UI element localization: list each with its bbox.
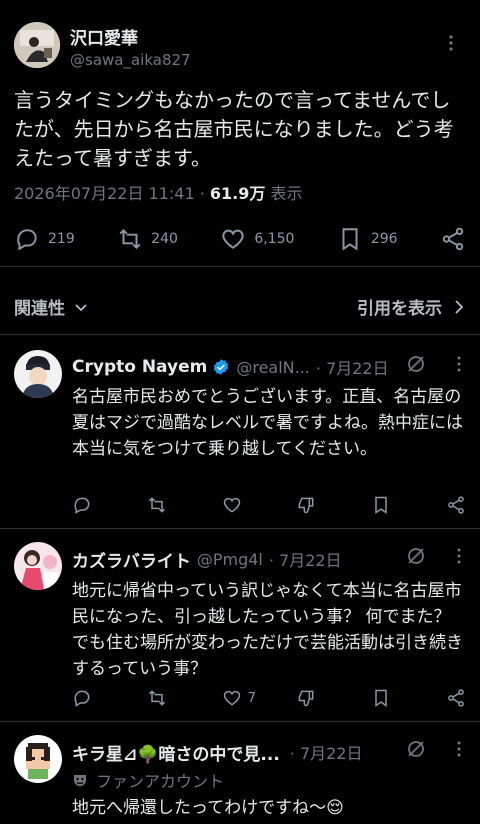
reply-display-name[interactable]: カズラバライト — [72, 547, 191, 572]
retweet-button[interactable] — [147, 495, 187, 515]
reply-controls — [406, 546, 466, 566]
more-options-icon[interactable] — [442, 34, 460, 52]
heart-icon — [220, 226, 246, 252]
share-icon — [446, 688, 466, 708]
like-count: 7 — [247, 690, 256, 706]
view-quotes-link[interactable]: 引用を表示 — [357, 294, 466, 319]
main-action-bar: 219 240 6,150 296 — [14, 222, 466, 256]
views-label: 表示 — [265, 184, 303, 203]
fan-account-label: ファンアカウント — [72, 768, 224, 792]
grok-icon[interactable] — [406, 546, 426, 566]
reply-header: Crypto Nayem @realN... · 7月22日 — [72, 354, 466, 380]
reply-header: キラ星⊿🌳暗さの中で見... · 7月22日 — [72, 739, 466, 765]
reply-button[interactable] — [72, 688, 112, 708]
reply-icon — [14, 226, 40, 252]
reply-display-name[interactable]: Crypto Nayem — [72, 357, 207, 377]
retweet-count: 240 — [151, 231, 178, 247]
divider — [0, 528, 480, 529]
reply-date[interactable]: · 7月22日 — [290, 740, 363, 764]
share-button[interactable] — [440, 226, 466, 252]
sort-dropdown[interactable]: 関連性 — [14, 294, 89, 319]
reply-controls — [406, 354, 466, 374]
reply-icon — [72, 495, 92, 515]
bookmark-button[interactable] — [371, 688, 411, 708]
reply-button[interactable]: 219 — [14, 226, 75, 252]
like-count: 6,150 — [254, 231, 295, 247]
reply-button[interactable] — [72, 495, 112, 515]
reply-text: 名古屋市民おめでとうございます。正直、名古屋の夏はマジで過酷なレベルで暑ですよね… — [72, 387, 463, 459]
reply-date[interactable]: · 7月22日 — [316, 355, 389, 379]
bookmark-icon — [371, 495, 391, 515]
sort-label: 関連性 — [14, 299, 65, 319]
grok-icon[interactable] — [406, 739, 426, 759]
share-button[interactable] — [446, 688, 466, 708]
thumbs-down-icon — [296, 495, 316, 515]
retweet-button[interactable] — [147, 688, 187, 708]
mask-icon — [72, 772, 88, 788]
reply-avatar[interactable] — [14, 735, 62, 783]
retweet-icon — [147, 495, 167, 515]
bookmark-icon — [371, 688, 391, 708]
bookmark-button[interactable]: 296 — [337, 226, 398, 252]
more-options-icon[interactable] — [452, 740, 466, 758]
main-avatar[interactable] — [14, 22, 60, 68]
reply-action-bar: 7 — [72, 686, 466, 710]
fan-account-text: ファンアカウント — [96, 772, 225, 791]
heart-icon — [222, 688, 242, 708]
like-button[interactable]: 6,150 — [220, 226, 294, 252]
more-options-icon[interactable] — [452, 355, 466, 373]
reply-handle[interactable]: @realN... — [236, 358, 310, 377]
like-button[interactable] — [222, 495, 262, 515]
chevron-right-icon — [452, 299, 466, 315]
reply-controls — [406, 739, 466, 759]
view-quotes-label: 引用を表示 — [357, 299, 442, 319]
retweet-button[interactable]: 240 — [117, 226, 178, 252]
retweet-icon — [117, 226, 143, 252]
retweet-icon — [147, 688, 167, 708]
reply-text: 地元に帰省中っていう訳じゃなくて本当に名古屋市民になった、引っ越したっていう事？… — [72, 581, 463, 679]
more-options-icon[interactable] — [452, 547, 466, 565]
share-icon — [446, 495, 466, 515]
main-tweet-text: 言うタイミングもなかったので言ってませんでしたが、先日から名古屋市民になりました… — [14, 88, 454, 170]
divider — [0, 334, 480, 335]
reply-icon — [72, 688, 92, 708]
reply-header: カズラバライト @Pmg4l · 7月22日 — [72, 546, 466, 572]
thumbs-down-icon — [296, 688, 316, 708]
share-button[interactable] — [446, 495, 466, 515]
main-timestamp[interactable]: 2026年07月22日 11:41 · — [14, 184, 210, 203]
reply-count: 219 — [48, 231, 75, 247]
reply-action-bar — [72, 493, 466, 517]
bookmark-icon — [337, 226, 363, 252]
dislike-button[interactable] — [296, 495, 336, 515]
reply-date[interactable]: · 7月22日 — [269, 547, 342, 571]
main-handle[interactable]: @sawa_aika827 — [70, 51, 191, 69]
main-tweet-header: 沢口愛華 @sawa_aika827 — [14, 20, 466, 72]
share-icon — [440, 226, 466, 252]
bookmark-count: 296 — [370, 231, 398, 247]
dislike-button[interactable] — [296, 688, 336, 708]
like-button[interactable]: 7 — [222, 688, 262, 708]
main-display-name[interactable]: 沢口愛華 — [70, 24, 138, 49]
reply-handle[interactable]: @Pmg4l — [197, 550, 263, 569]
chevron-down-icon — [73, 299, 89, 315]
reply-avatar[interactable] — [14, 350, 62, 398]
reply-sort-row: 関連性 引用を表示 — [14, 290, 466, 320]
verified-badge-icon — [212, 358, 230, 376]
divider — [0, 266, 480, 267]
divider — [0, 721, 480, 722]
main-tweet-meta: 2026年07月22日 11:41 · 61.9万 表示 — [14, 180, 302, 204]
heart-icon — [222, 495, 242, 515]
reply-display-name[interactable]: キラ星⊿🌳暗さの中で見... — [72, 740, 280, 765]
bookmark-button[interactable] — [371, 495, 411, 515]
reply-text: 地元へ帰還したってわけですね〜😌 — [72, 798, 344, 818]
reply-avatar[interactable] — [14, 542, 62, 590]
views-count: 61.9万 — [209, 184, 266, 203]
grok-icon[interactable] — [406, 354, 426, 374]
